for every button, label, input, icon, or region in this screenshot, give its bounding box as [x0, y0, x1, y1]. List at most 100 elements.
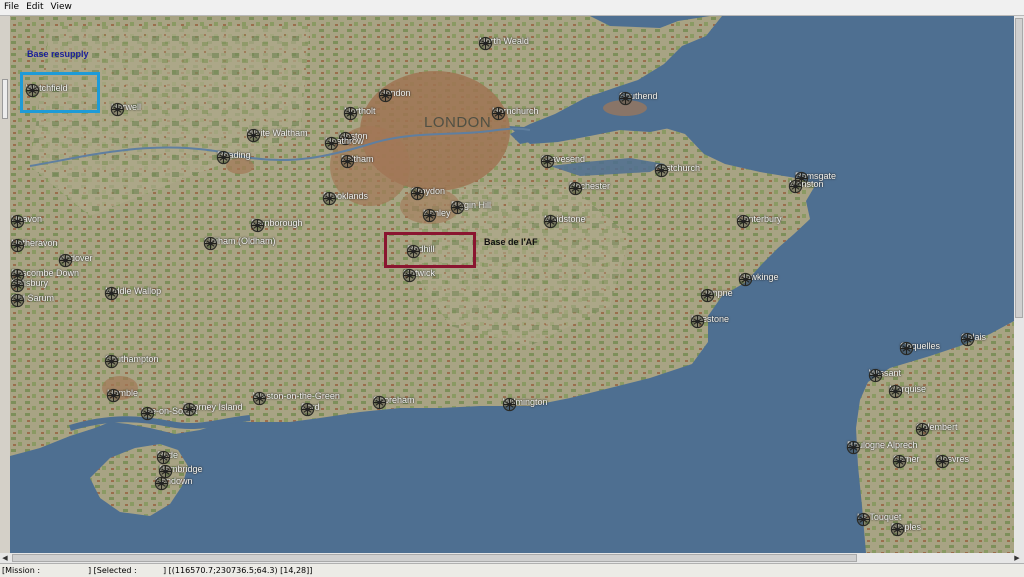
airfield-marker[interactable]: Lympne [700, 288, 733, 303]
airfield-marker[interactable]: Hawkinge [738, 272, 779, 287]
airfield-marker[interactable]: Wilmington [502, 397, 548, 412]
airfield-marker[interactable]: Le Touquet [856, 512, 901, 527]
airfield-marker[interactable]: Salisbury [10, 278, 48, 293]
airfield-icon [450, 200, 465, 215]
left-scroll-thumb[interactable] [2, 79, 8, 119]
airfield-icon [502, 397, 517, 412]
airfield-marker[interactable]: Kenley [422, 208, 451, 223]
airfield-marker[interactable]: Manston [788, 179, 824, 194]
airfield-marker[interactable]: Weston-on-the-Green [252, 391, 340, 406]
airfield-marker[interactable]: North Weald [478, 36, 529, 51]
airfield-marker[interactable]: Samer [892, 454, 920, 469]
airfield-marker[interactable]: Hornchurch [491, 106, 539, 121]
vertical-scroll-thumb[interactable] [1015, 18, 1023, 318]
airfield-icon [110, 102, 125, 117]
airfield-icon [104, 354, 119, 369]
airfield-icon [856, 512, 871, 527]
airfield-icon [935, 454, 950, 469]
left-scrollbar[interactable] [0, 16, 10, 553]
airfield-marker[interactable]: Coquelles [899, 341, 940, 356]
airfield-marker[interactable]: Etaples [890, 522, 921, 537]
airfield-marker[interactable]: Harwell [110, 102, 141, 117]
airfield-marker[interactable]: Odiham (Oldham) [203, 236, 276, 251]
airfield-marker[interactable]: Wissant [868, 368, 901, 383]
airfield-marker[interactable]: Ryde [156, 450, 178, 465]
airfield-marker[interactable]: Andover [58, 253, 93, 268]
airfield-marker[interactable]: Hamble [106, 388, 138, 403]
airfield-icon [960, 332, 975, 347]
airfield-marker[interactable]: Netheravon [10, 238, 58, 253]
airfield-marker[interactable]: Maidstone [543, 214, 586, 229]
london-label: LONDON [424, 114, 492, 131]
menu-view[interactable]: View [48, 0, 75, 15]
airfield-marker[interactable]: Thorney Island [182, 402, 243, 417]
airfield-icon [340, 154, 355, 169]
airfield-icon [618, 91, 633, 106]
airfield-marker[interactable]: Boulogne Alprech [846, 440, 918, 455]
airfield-marker[interactable]: Marquise [888, 384, 926, 399]
airfield-marker[interactable]: Gravesend [540, 154, 585, 169]
airfield-icon [250, 218, 265, 233]
airfield-icon [140, 406, 155, 421]
airfield-icon [182, 402, 197, 417]
airfield-marker[interactable]: White Waltham [246, 128, 308, 143]
map-view[interactable]: LONDON North Weald Watchfield Harwell Hendo… [10, 16, 1014, 553]
airfield-marker[interactable]: Canterbury [736, 214, 782, 229]
airfield-icon [410, 186, 425, 201]
vertical-scrollbar[interactable] [1014, 16, 1024, 553]
airfield-marker[interactable]: Rochester [568, 181, 610, 196]
airfield-icon [106, 388, 121, 403]
airfield-icon [10, 238, 25, 253]
airfield-marker[interactable]: Desvres [935, 454, 969, 469]
scroll-left-arrow[interactable]: ◀ [0, 553, 10, 563]
airfield-icon [890, 522, 905, 537]
status-bar: [Mission : ] [Selected : ] [(116570.7;23… [0, 563, 1024, 577]
airfield-icon [246, 128, 261, 143]
airfield-marker[interactable]: Boscombe Down [10, 268, 79, 283]
menu-edit[interactable]: Edit [23, 0, 46, 15]
airfield-marker[interactable]: Sandown [154, 476, 193, 491]
airfield-marker[interactable]: Lillestone [690, 314, 729, 329]
airfield-marker[interactable]: Shoreham [372, 395, 415, 410]
airfield-marker[interactable]: Southampton [104, 354, 159, 369]
airfield-icon [10, 278, 25, 293]
airfield-icon [343, 106, 358, 121]
airfield-marker[interactable]: Middle Wallop [104, 286, 161, 301]
airfield-marker[interactable]: Northolt [343, 106, 376, 121]
airfield-marker[interactable]: Southend [618, 91, 658, 106]
horizontal-scrollbar[interactable]: ◀ ▶ [0, 553, 1024, 563]
airfield-icon [568, 181, 583, 196]
airfield-marker[interactable]: Upavon [10, 214, 42, 229]
airfield-icon [736, 214, 751, 229]
airfield-icon [372, 395, 387, 410]
horizontal-scroll-thumb[interactable] [12, 554, 857, 562]
af-base-label: Base de l'AF [484, 237, 538, 247]
airfield-marker[interactable]: Feltham [340, 154, 374, 169]
airfield-marker[interactable]: Farnborough [250, 218, 303, 233]
airfield-marker[interactable]: Old Sarum [10, 293, 54, 308]
airfield-icon [300, 402, 315, 417]
airfield-icon [156, 450, 171, 465]
airfield-marker[interactable]: Heathrow [324, 136, 364, 151]
airfield-marker[interactable]: Eastchurch [654, 163, 700, 178]
airfield-marker[interactable]: Gatwick [402, 268, 435, 283]
airfield-marker[interactable]: Brooklands [322, 191, 368, 206]
airfield-marker[interactable]: Reading [216, 150, 251, 165]
airfield-icon [324, 136, 339, 151]
airfield-icon [154, 476, 169, 491]
airfield-marker[interactable]: Calais [960, 332, 986, 347]
airfield-marker[interactable]: Biggin Hill [450, 200, 491, 215]
airfield-icon [402, 268, 417, 283]
scroll-right-arrow[interactable]: ▶ [1012, 553, 1022, 563]
airfield-icon [10, 214, 25, 229]
airfield-marker[interactable]: Hendon [378, 88, 411, 103]
airfield-marker[interactable]: Bembridge [158, 464, 203, 479]
airfield-marker[interactable]: Ford [300, 402, 320, 417]
airfield-icon [846, 440, 861, 455]
airfield-marker[interactable]: Croydon [410, 186, 445, 201]
airfield-icon [899, 341, 914, 356]
resupply-highlight-box[interactable] [20, 72, 100, 113]
menu-file[interactable]: File [1, 0, 22, 15]
airfield-marker[interactable]: Colembert [915, 422, 958, 437]
af-base-highlight-box[interactable] [384, 232, 476, 268]
